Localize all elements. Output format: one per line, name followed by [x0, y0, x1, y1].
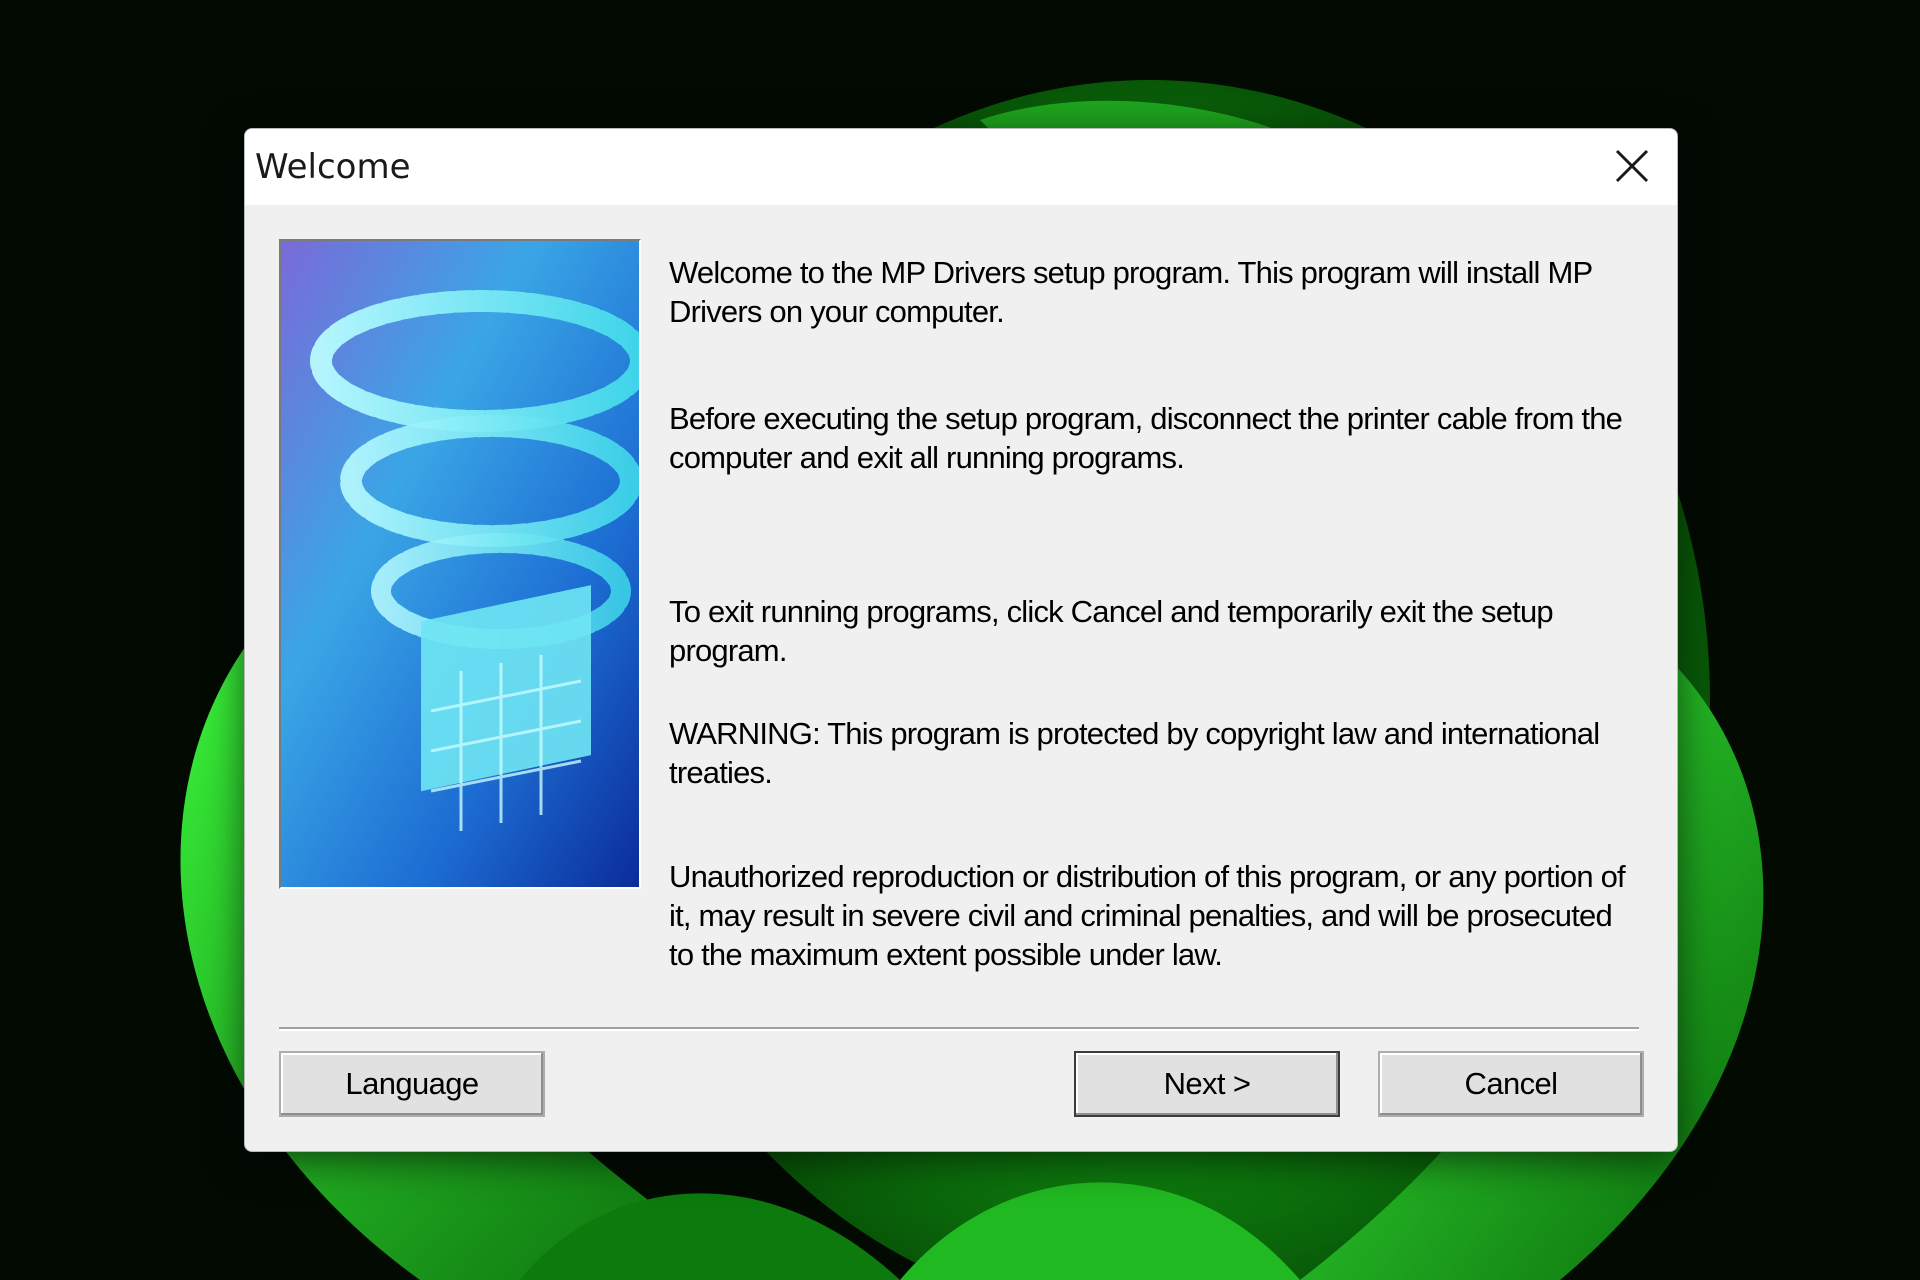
language-button[interactable]: Language [279, 1051, 545, 1117]
legal-text: Unauthorized reproduction or distributio… [669, 859, 1626, 972]
exit-programs-text: To exit running programs, click Cancel a… [669, 594, 1554, 668]
disconnect-text: Before executing the setup program, disc… [669, 401, 1623, 475]
setup-banner-image [279, 239, 641, 889]
intro-text: Welcome to the MP Drivers setup program.… [669, 255, 1593, 329]
warning-text: WARNING: This program is protected by co… [669, 716, 1600, 790]
cancel-button[interactable]: Cancel [1378, 1051, 1644, 1117]
close-button[interactable] [1581, 129, 1677, 205]
window-title: Welcome [255, 147, 411, 187]
next-button[interactable]: Next > [1074, 1051, 1340, 1117]
title-bar: Welcome [245, 129, 1677, 205]
close-icon [1615, 149, 1649, 183]
divider [279, 1027, 1639, 1031]
welcome-dialog: Welcome Welcome to the MP Drivers setup … [244, 128, 1678, 1152]
